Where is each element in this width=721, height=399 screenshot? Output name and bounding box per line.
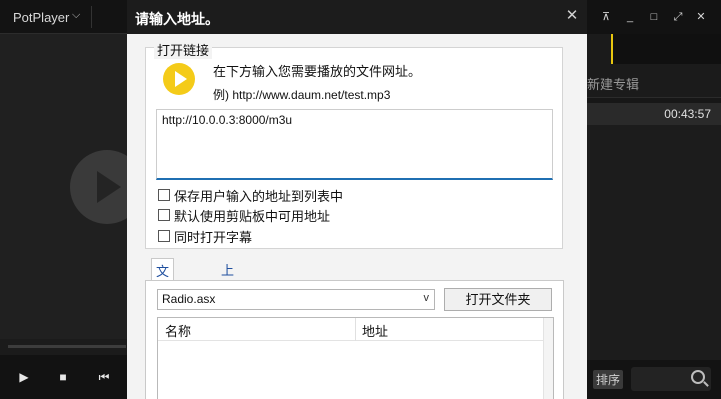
pin-icon[interactable]: ⊼ xyxy=(600,11,612,23)
column-divider[interactable] xyxy=(355,318,356,341)
table-scrollbar[interactable] xyxy=(543,318,553,399)
play-icon[interactable]: ▶ xyxy=(16,369,32,385)
chevron-down-icon[interactable]: v xyxy=(424,292,430,304)
checkbox-label[interactable]: 保存用户输入的地址到列表中 xyxy=(174,186,343,205)
divider xyxy=(91,6,92,28)
item-duration: 00:43:57 xyxy=(664,107,711,121)
playlist-list[interactable] xyxy=(575,125,721,360)
checkbox-box[interactable] xyxy=(158,209,170,221)
maximize-icon[interactable]: □ xyxy=(648,11,660,23)
previous-icon[interactable]: ⏮ xyxy=(96,369,112,385)
playlist-tab-active[interactable] xyxy=(611,34,721,64)
select-value: Radio.asx xyxy=(162,292,216,306)
playlist-bottom-bar: 排序 xyxy=(575,360,721,399)
search-icon[interactable] xyxy=(691,370,705,384)
playlist-tabs: 新建专辑 xyxy=(575,34,721,98)
checkbox-label[interactable]: 同时打开字幕 xyxy=(174,227,252,246)
dialog-title-bar[interactable]: 请输入地址。 ✕ xyxy=(127,0,587,34)
playlist-file-select[interactable]: Radio.asx v xyxy=(157,289,435,310)
address-table[interactable]: 名称 地址 xyxy=(157,317,554,399)
player-left-pane: PotPlayer ⌵ ▶ ■ ⏮ xyxy=(0,0,144,399)
column-header-address[interactable]: 地址 xyxy=(362,321,388,340)
column-header-name[interactable]: 名称 xyxy=(165,321,191,340)
checkbox-label[interactable]: 默认使用剪贴板中可用地址 xyxy=(174,206,330,225)
open-folder-button[interactable]: 打开文件夹 xyxy=(444,288,552,311)
dialog-title: 请输入地址。 xyxy=(135,11,219,27)
window-close-icon[interactable]: ✕ xyxy=(695,11,707,23)
stop-icon[interactable]: ■ xyxy=(55,369,71,385)
example-text: 例) http://www.daum.net/test.mp3 xyxy=(213,88,391,102)
tab-file-address[interactable]: 文件地址 xyxy=(151,258,175,336)
open-subtitle-checkbox[interactable]: 同时打开字幕 xyxy=(158,227,252,246)
minimize-icon[interactable]: _ xyxy=(624,11,636,23)
chevron-down-icon[interactable]: ⌵ xyxy=(72,9,80,22)
sort-button[interactable]: 排序 xyxy=(593,370,624,389)
file-address-panel: Radio.asx v 打开文件夹 名称 地址 xyxy=(145,280,564,399)
use-clipboard-checkbox[interactable]: 默认使用剪贴板中可用地址 xyxy=(158,206,330,225)
open-link-group: 打开链接 在下方输入您需要播放的文件网址。 例) http://www.daum… xyxy=(145,40,563,249)
window-controls: ⊼ _ □ ⤢ ✕ xyxy=(575,0,721,34)
group-label: 打开链接 xyxy=(154,40,213,59)
playlist-pane: ⊼ _ □ ⤢ ✕ 新建专辑 00:43:57 排序 xyxy=(575,0,721,399)
table-header: 名称 地址 xyxy=(158,318,553,341)
fullscreen-icon[interactable]: ⤢ xyxy=(672,11,684,23)
playlist-search-input[interactable] xyxy=(631,367,711,391)
seek-bar[interactable] xyxy=(8,345,126,348)
playback-controls: ▶ ■ ⏮ xyxy=(0,355,127,399)
playlist-item[interactable]: 00:43:57 xyxy=(575,103,721,125)
close-icon[interactable]: ✕ xyxy=(565,8,579,24)
url-input[interactable]: http://10.0.0.3:8000/m3u xyxy=(156,109,553,180)
play-logo-icon xyxy=(163,63,195,95)
player-top-bar: PotPlayer ⌵ xyxy=(0,0,127,34)
save-to-list-checkbox[interactable]: 保存用户输入的地址到列表中 xyxy=(158,186,343,205)
checkbox-box[interactable] xyxy=(158,230,170,242)
new-album-button[interactable]: 新建专辑 xyxy=(587,74,639,93)
player-brand-menu[interactable]: PotPlayer xyxy=(13,10,69,25)
open-url-dialog: 请输入地址。 ✕ 打开链接 在下方输入您需要播放的文件网址。 例) http:/… xyxy=(127,0,587,399)
tab-previous-address[interactable]: 上一地址 xyxy=(217,258,238,335)
instruction-text: 在下方输入您需要播放的文件网址。 xyxy=(213,64,422,79)
checkbox-box[interactable] xyxy=(158,189,170,201)
